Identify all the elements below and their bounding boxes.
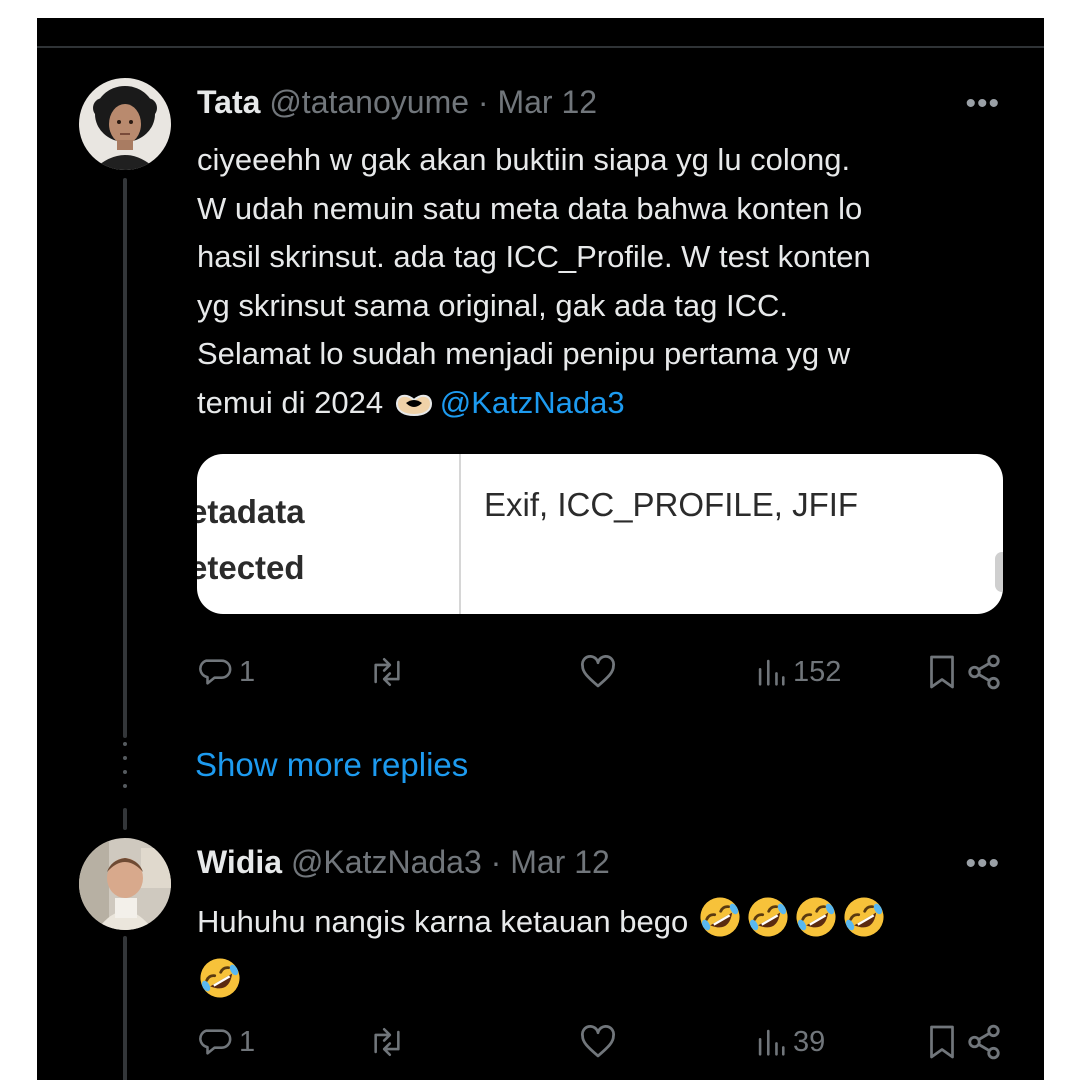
embed-divider bbox=[459, 454, 461, 614]
tweet-text-line: ciyeeehh w gak akan buktiin siapa yg lu … bbox=[197, 142, 851, 177]
avatar[interactable] bbox=[79, 78, 171, 170]
separator-dot: · bbox=[477, 84, 489, 120]
timeline-frame: Tata @tatanoyume · Mar 12 ••• ciyeeehh w… bbox=[37, 18, 1044, 1080]
metadata-label-line: etected bbox=[197, 549, 305, 586]
like-button[interactable] bbox=[579, 650, 617, 694]
bookmark-button[interactable] bbox=[925, 1020, 959, 1064]
views-button[interactable]: 152 bbox=[755, 650, 841, 694]
tweet-actions: 1 39 bbox=[197, 1020, 1007, 1064]
share-icon bbox=[968, 1024, 1000, 1060]
tweet-text-line: yg skrinsut sama original, gak ada tag I… bbox=[197, 287, 788, 323]
tweet-header: Tata @tatanoyume · Mar 12 bbox=[197, 82, 597, 122]
separator-dot: · bbox=[490, 844, 502, 880]
reply-count: 1 bbox=[239, 1025, 256, 1058]
handle[interactable]: @tatanoyume bbox=[269, 84, 469, 120]
handle[interactable]: @KatzNada3 bbox=[291, 844, 482, 880]
tweet-text-line: hasil skrinsut. ada tag ICC_Profile. W t… bbox=[197, 239, 871, 274]
thread-connector bbox=[123, 178, 127, 738]
views-chart-icon bbox=[758, 659, 785, 686]
tweet-text-line: Selamat lo sudah menjadi penipu pertama … bbox=[197, 336, 851, 371]
mention-link[interactable]: @KatzNada3 bbox=[440, 385, 625, 420]
reply-button[interactable]: 1 bbox=[199, 1020, 255, 1064]
thread-dots bbox=[123, 742, 129, 802]
heart-icon bbox=[581, 655, 615, 688]
thread-connector bbox=[123, 936, 127, 1080]
retweet-button[interactable] bbox=[367, 1020, 407, 1064]
views-button[interactable]: 39 bbox=[755, 1020, 825, 1064]
view-count: 39 bbox=[793, 1025, 826, 1058]
metadata-screenshot-embed[interactable]: etadata etected Exif, ICC_PROFILE, JFIF bbox=[197, 454, 1003, 614]
tweet-text-content: Huhuhu nangis karna ketauan bego bbox=[197, 904, 689, 939]
view-count: 152 bbox=[793, 655, 842, 688]
tweet-text: Huhuhu nangis karna ketauan bego bbox=[197, 894, 1017, 1015]
bookmark-button[interactable] bbox=[925, 650, 959, 694]
metadata-label-line: etadata bbox=[197, 493, 305, 530]
tweet-text-line bbox=[197, 955, 1017, 1016]
reply-count: 1 bbox=[239, 655, 256, 688]
tweet-date[interactable]: Mar 12 bbox=[510, 844, 610, 880]
metadata-label: etadata etected bbox=[197, 484, 305, 596]
retweet-icon bbox=[374, 1027, 400, 1057]
tweet-text-line: W udah nemuin satu meta data bahwa konte… bbox=[197, 190, 863, 226]
reply-icon bbox=[199, 659, 232, 685]
share-button[interactable] bbox=[965, 1020, 1003, 1064]
tweet-date[interactable]: Mar 12 bbox=[497, 84, 597, 120]
embed-scroll-knob bbox=[995, 552, 1003, 592]
tweet-text-last-line: temui di 2024 @KatzNada3 bbox=[197, 379, 1017, 432]
heart-icon bbox=[581, 1025, 615, 1058]
retweet-button[interactable] bbox=[367, 650, 407, 694]
tweet-text-line: Huhuhu nangis karna ketauan bego bbox=[197, 894, 1017, 955]
rolling-on-floor-laughing-emoji-icon bbox=[745, 894, 791, 955]
rolling-on-floor-laughing-emoji-icon bbox=[697, 894, 743, 955]
reply-button[interactable]: 1 bbox=[199, 650, 255, 694]
thread-connector bbox=[123, 808, 127, 830]
avatar[interactable] bbox=[79, 838, 171, 930]
views-chart-icon bbox=[758, 1029, 785, 1056]
display-name[interactable]: Widia bbox=[197, 844, 282, 880]
show-more-replies-link[interactable]: Show more replies bbox=[195, 746, 468, 784]
rolling-on-floor-laughing-emoji-icon bbox=[793, 894, 839, 955]
more-options-icon[interactable]: ••• bbox=[965, 89, 1000, 119]
tweet-text-line: temui di 2024 bbox=[197, 384, 384, 420]
bookmark-icon bbox=[930, 1025, 954, 1059]
share-icon bbox=[968, 654, 1000, 690]
tweet-text: ciyeeehh w gak akan buktiin siapa yg lu … bbox=[197, 136, 1017, 431]
top-divider bbox=[37, 46, 1044, 48]
rolling-on-floor-laughing-emoji-icon bbox=[841, 894, 887, 955]
display-name[interactable]: Tata bbox=[197, 84, 260, 120]
reply-icon bbox=[199, 1029, 232, 1055]
bookmark-icon bbox=[930, 655, 954, 689]
share-button[interactable] bbox=[965, 650, 1003, 694]
metadata-value: Exif, ICC_PROFILE, JFIF bbox=[484, 486, 859, 523]
heart-hands-emoji-icon bbox=[394, 383, 434, 432]
rolling-on-floor-laughing-emoji-icon bbox=[197, 955, 243, 1016]
like-button[interactable] bbox=[579, 1020, 617, 1064]
tweet-header: Widia @KatzNada3 · Mar 12 bbox=[197, 842, 610, 882]
retweet-icon bbox=[374, 657, 400, 687]
more-options-icon[interactable]: ••• bbox=[965, 849, 1000, 879]
tweet-actions: 1 152 bbox=[197, 650, 1007, 694]
